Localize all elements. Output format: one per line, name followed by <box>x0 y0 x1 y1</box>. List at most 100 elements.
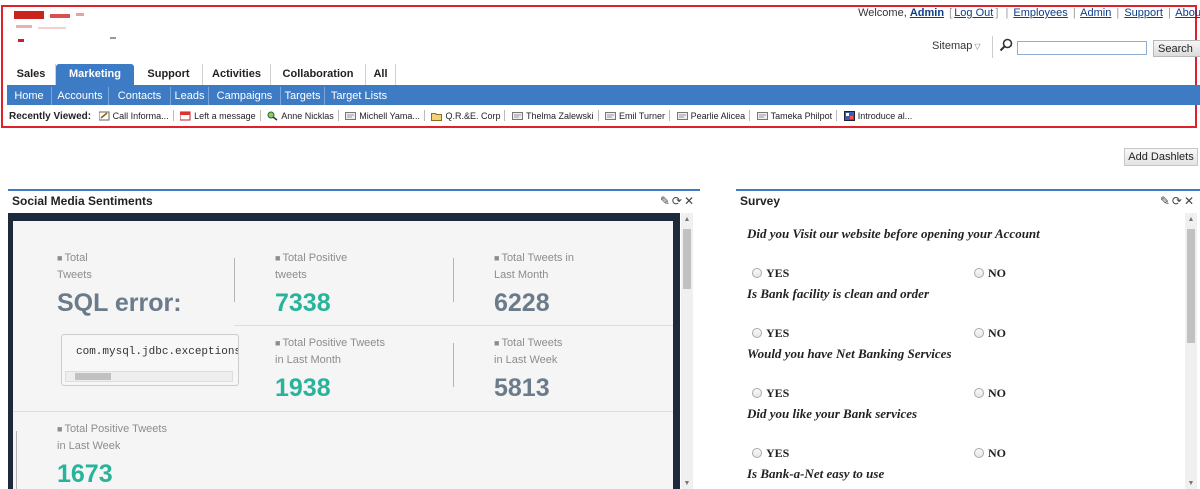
scroll-up-icon[interactable]: ▲ <box>1185 215 1197 225</box>
close-icon[interactable]: ✕ <box>684 194 696 208</box>
social-dashlet-body: ■ Total Tweets SQL error: com.mysql.jdbc.e… <box>8 213 680 489</box>
recent-item[interactable]: Anne Nicklas <box>267 107 334 125</box>
subnav-targets[interactable]: Targets <box>281 87 325 105</box>
search-icon[interactable] <box>999 38 1013 52</box>
radio-button[interactable] <box>974 388 984 398</box>
user-icon: ■ <box>494 253 500 263</box>
document-icon <box>843 111 855 121</box>
yes-option[interactable]: YES <box>752 326 789 341</box>
subnav-contacts[interactable]: Contacts <box>109 87 171 105</box>
search-input[interactable] <box>1017 41 1147 55</box>
scroll-thumb[interactable] <box>1187 229 1195 343</box>
scroll-up-icon[interactable]: ▲ <box>681 215 693 225</box>
recent-item-label: Call Informa... <box>112 111 169 121</box>
stat-label: Total <box>64 252 88 264</box>
tab-activities[interactable]: Activities <box>203 64 271 85</box>
recent-item[interactable]: Introduce al... <box>843 107 912 125</box>
scroll-thumb[interactable] <box>683 229 691 289</box>
tab-collaboration[interactable]: Collaboration <box>271 64 366 85</box>
yes-option[interactable]: YES <box>752 266 789 281</box>
recent-item-label: Emil Turner <box>619 111 666 121</box>
radio-button[interactable] <box>752 328 762 338</box>
divider <box>234 325 673 326</box>
radio-button[interactable] <box>752 388 762 398</box>
stat-label: in Last Month <box>275 354 342 366</box>
stat-tweets-last-month: ■ Total Tweets in Last Month 6228 <box>494 250 574 318</box>
stat-label: Total Tweets <box>501 337 563 349</box>
survey-vertical-scrollbar[interactable]: ▲ ▼ <box>1185 213 1197 489</box>
user-icon: ■ <box>494 338 500 348</box>
edit-icon[interactable]: ✎ <box>1160 194 1172 208</box>
divider <box>992 36 993 58</box>
recent-item[interactable]: Left a message <box>180 107 256 125</box>
logout-link[interactable]: Log Out <box>954 7 993 19</box>
recent-item[interactable]: Thelma Zalewski <box>512 107 594 125</box>
add-dashlets-button[interactable]: Add Dashlets <box>1124 148 1198 166</box>
recent-item-label: Q.R.&E. Corp <box>445 111 501 121</box>
no-option[interactable]: NO <box>974 326 1006 341</box>
recent-item[interactable]: Michell Yama... <box>345 107 420 125</box>
support-link[interactable]: Support <box>1124 7 1163 19</box>
radio-button[interactable] <box>974 448 984 458</box>
option-label: NO <box>988 266 1006 280</box>
recent-item-label: Michell Yama... <box>359 111 420 121</box>
stat-label: Total Positive <box>282 252 348 264</box>
sitemap-menu[interactable]: Sitemap ▽ <box>932 40 981 52</box>
no-option[interactable]: NO <box>974 386 1006 401</box>
social-vertical-scrollbar[interactable]: ▲ ▼ <box>681 213 693 489</box>
stat-value: SQL error: <box>57 289 182 317</box>
error-code-box[interactable]: com.mysql.jdbc.exceptions <box>61 334 239 386</box>
yes-option[interactable]: YES <box>752 386 789 401</box>
subnav-leads[interactable]: Leads <box>171 87 209 105</box>
yes-option[interactable]: YES <box>752 446 789 461</box>
user-icon: ■ <box>275 338 281 348</box>
admin-link[interactable]: Admin <box>1080 7 1111 19</box>
stat-positive-tweets-last-month: ■ Total Positive Tweets in Last Month 1938 <box>275 335 385 403</box>
welcome-text: Welcome, <box>858 7 907 19</box>
scroll-down-icon[interactable]: ▼ <box>1185 479 1197 489</box>
no-option[interactable]: NO <box>974 446 1006 461</box>
recent-item[interactable]: Call Informa... <box>98 107 169 125</box>
no-option[interactable]: NO <box>974 266 1006 281</box>
refresh-icon[interactable]: ⟳ <box>1172 194 1184 208</box>
radio-button[interactable] <box>974 328 984 338</box>
search-button[interactable]: Search <box>1153 40 1200 57</box>
survey-question: Is Bank facility is clean and order <box>747 286 930 301</box>
close-icon[interactable]: ✕ <box>1184 194 1196 208</box>
radio-button[interactable] <box>974 268 984 278</box>
option-label: NO <box>988 386 1006 400</box>
radio-button[interactable] <box>752 448 762 458</box>
user-links: Welcome, Admin [Log Out] | Employees | A… <box>858 7 1200 19</box>
subnav-target-lists[interactable]: Target Lists <box>325 87 393 105</box>
recent-item[interactable]: Pearlie Alicea <box>676 107 746 125</box>
horizontal-scrollbar[interactable] <box>65 371 233 382</box>
recent-item-label: Anne Nicklas <box>281 111 334 121</box>
recent-item-label: Tameka Philpot <box>770 111 833 121</box>
user-icon: ■ <box>57 424 63 434</box>
subnav-accounts[interactable]: Accounts <box>52 87 109 105</box>
stat-value: 6228 <box>494 289 550 317</box>
social-dashlet-title: Social Media Sentiments <box>12 194 153 208</box>
about-link[interactable]: About <box>1175 7 1200 19</box>
radio-button[interactable] <box>752 268 762 278</box>
stat-value: 1673 <box>57 460 113 488</box>
tab-support[interactable]: Support <box>135 64 203 85</box>
folder-icon <box>431 113 443 121</box>
subnav-campaigns[interactable]: Campaigns <box>209 87 281 105</box>
tab-all[interactable]: All <box>366 64 396 85</box>
recent-item[interactable]: Tameka Philpot <box>756 107 833 125</box>
tab-marketing[interactable]: Marketing <box>56 64 134 85</box>
refresh-icon[interactable]: ⟳ <box>672 194 684 208</box>
recent-item[interactable]: Q.R.&E. Corp <box>431 107 500 125</box>
recent-item[interactable]: Emil Turner <box>605 107 665 125</box>
tab-sales[interactable]: Sales <box>7 64 56 85</box>
company-logo <box>14 11 116 42</box>
edit-icon[interactable]: ✎ <box>660 194 672 208</box>
card-icon <box>756 112 768 120</box>
user-name-link[interactable]: Admin <box>910 7 944 19</box>
social-dashlet-header: Social Media Sentiments ✎⟳✕ <box>8 189 700 209</box>
subnav-home[interactable]: Home <box>7 87 52 105</box>
scroll-down-icon[interactable]: ▼ <box>681 479 693 489</box>
employees-link[interactable]: Employees <box>1013 7 1067 19</box>
recent-item-label: Pearlie Alicea <box>690 111 746 121</box>
